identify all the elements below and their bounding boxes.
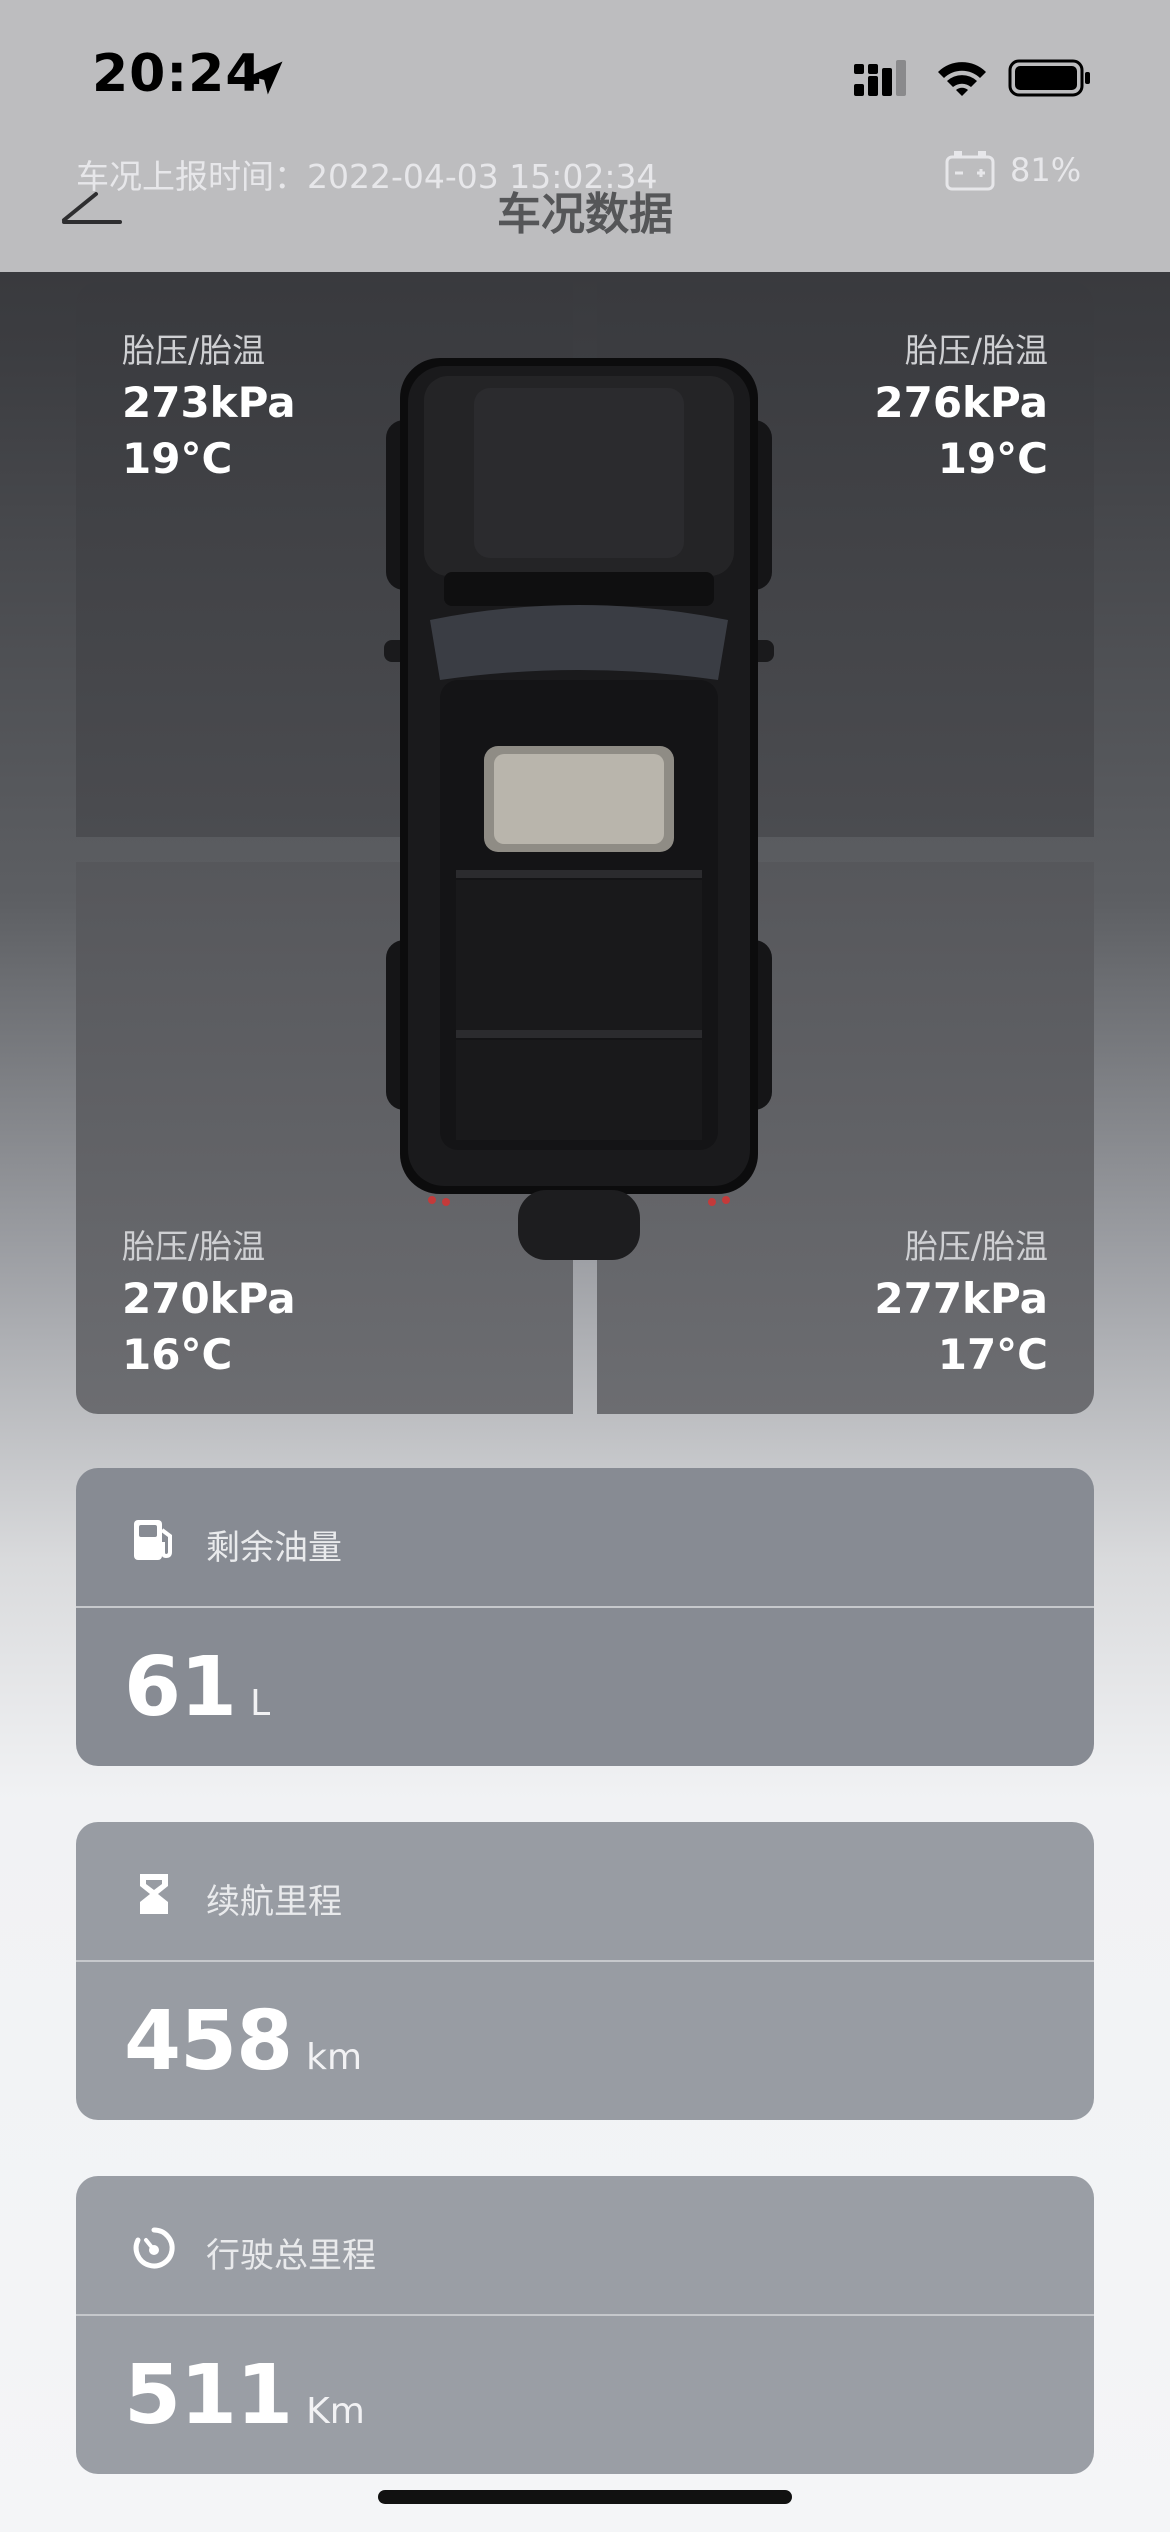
tire-pressure: 277kPa bbox=[874, 1274, 1048, 1323]
tire-temperature: 19°C bbox=[122, 434, 233, 483]
top-bar: 20:24 车况上报时间：2022-04-03 15:02:34 81% 车况数… bbox=[0, 0, 1170, 272]
tire-temperature: 17°C bbox=[937, 1330, 1048, 1379]
tire-pressure: 273kPa bbox=[122, 378, 296, 427]
card-title: 剩余油量 bbox=[206, 1528, 342, 1568]
card-header: 剩余油量 bbox=[76, 1468, 1094, 1608]
home-indicator[interactable] bbox=[378, 2490, 792, 2504]
card-header: 行驶总里程 bbox=[76, 2176, 1094, 2316]
tire-pressure: 270kPa bbox=[122, 1274, 296, 1323]
fuel-value: 61 bbox=[124, 1640, 237, 1735]
tire-label: 胎压/胎温 bbox=[122, 331, 266, 370]
tire-temperature: 16°C bbox=[122, 1330, 233, 1379]
tire-label: 胎压/胎温 bbox=[122, 1227, 266, 1266]
odometer-unit: Km bbox=[306, 2391, 365, 2432]
card-value-group: 61 L bbox=[124, 1640, 270, 1735]
fuel-card: 剩余油量 61 L bbox=[76, 1468, 1094, 1766]
tire-pressure: 276kPa bbox=[874, 378, 1048, 427]
range-card: 续航里程 458 km bbox=[76, 1822, 1094, 2120]
status-time: 20:24 bbox=[92, 44, 263, 104]
card-value-group: 458 km bbox=[124, 1994, 362, 2089]
odometer-value: 511 bbox=[124, 2348, 293, 2443]
wifi-icon bbox=[938, 62, 986, 96]
tire-label: 胎压/胎温 bbox=[904, 331, 1048, 370]
range-unit: km bbox=[306, 2037, 363, 2078]
battery-icon bbox=[1008, 59, 1090, 97]
tire-label: 胎压/胎温 bbox=[904, 1227, 1048, 1266]
odometer-icon bbox=[133, 2227, 175, 2269]
fuel-pump-icon bbox=[134, 1520, 172, 1560]
range-value: 458 bbox=[124, 1994, 293, 2089]
card-value-group: 511 Km bbox=[124, 2348, 365, 2443]
page-title: 车况数据 bbox=[497, 189, 673, 240]
hourglass-icon bbox=[140, 1874, 168, 1914]
fuel-unit: L bbox=[250, 1683, 271, 1724]
tire-temperature: 19°C bbox=[937, 434, 1048, 483]
card-title: 行驶总里程 bbox=[206, 2236, 376, 2276]
odometer-card: 行驶总里程 511 Km bbox=[76, 2176, 1094, 2474]
vehicle-top-view-image bbox=[384, 358, 774, 1260]
location-arrow-icon bbox=[249, 61, 283, 95]
cellular-signal-icon bbox=[854, 60, 906, 96]
card-header: 续航里程 bbox=[76, 1822, 1094, 1962]
card-title: 续航里程 bbox=[206, 1882, 342, 1922]
